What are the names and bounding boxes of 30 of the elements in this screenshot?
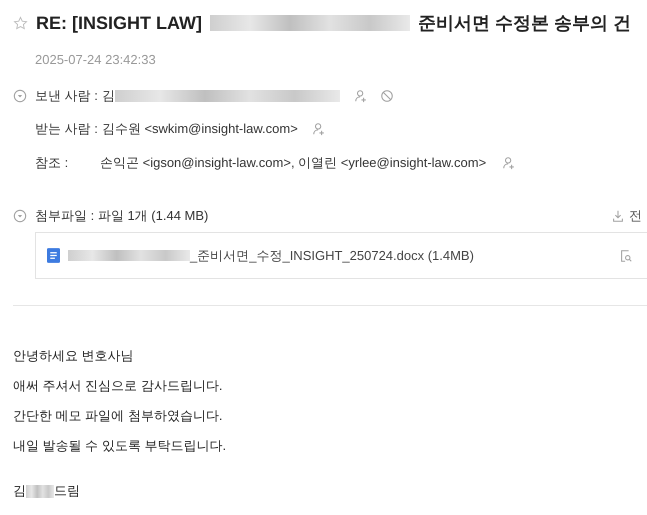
recipient-address: 김수원 <swkim@insight-law.com> [102,120,298,138]
star-icon[interactable] [13,16,28,30]
signature-text: 드림 [54,482,80,500]
signature-text: 김 [13,482,26,500]
date-text: 2025-07-24 23:42:33 [34,51,157,69]
sender-label: 보낸 사람 : [35,87,98,106]
download-all-button[interactable]: 전 [611,206,647,226]
cc-address: 손익곤 <igson@insight-law.com>, 이열린 <yrlee@insight-law.com> [100,154,486,172]
document-icon [47,248,60,263]
toggle-icon[interactable] [13,89,27,103]
cc-label: 참조 : [35,154,70,172]
body-line: 내일 발송될 수 있도록 부탁드립니다. [13,437,228,455]
subject-prefix: RE: [INSIGHT LAW] [36,12,202,35]
body-line: 애써 주셔서 진심으로 감사드립니다. [13,377,224,395]
recipient-label: 받는 사람 : [35,120,98,138]
body-line: 안녕하세요 변호사님 [13,347,135,365]
toggle-icon[interactable] [13,209,27,223]
subject-title: 준비서면 수정본 송부의 건 [418,12,631,34]
block-icon[interactable] [380,89,394,103]
add-person-icon[interactable] [502,156,516,170]
redacted-block [26,484,54,498]
attachment-summary: 첨부파일 : 파일 1개 (1.44 MB) [35,207,208,226]
sender-name: 김 [102,87,115,106]
attachment-card[interactable]: _준비서면_수정_INSIGHT_250724.docx (1.4MB) [35,232,647,279]
download-icon [611,209,625,223]
add-person-icon[interactable] [312,122,326,136]
attachment-name[interactable]: _준비서면_수정_INSIGHT_250724.docx (1.4MB) [190,246,474,266]
add-person-icon[interactable] [354,89,368,103]
body-line: 간단한 메모 파일에 첨부하였습니다. [13,407,224,425]
preview-icon[interactable] [619,248,633,262]
